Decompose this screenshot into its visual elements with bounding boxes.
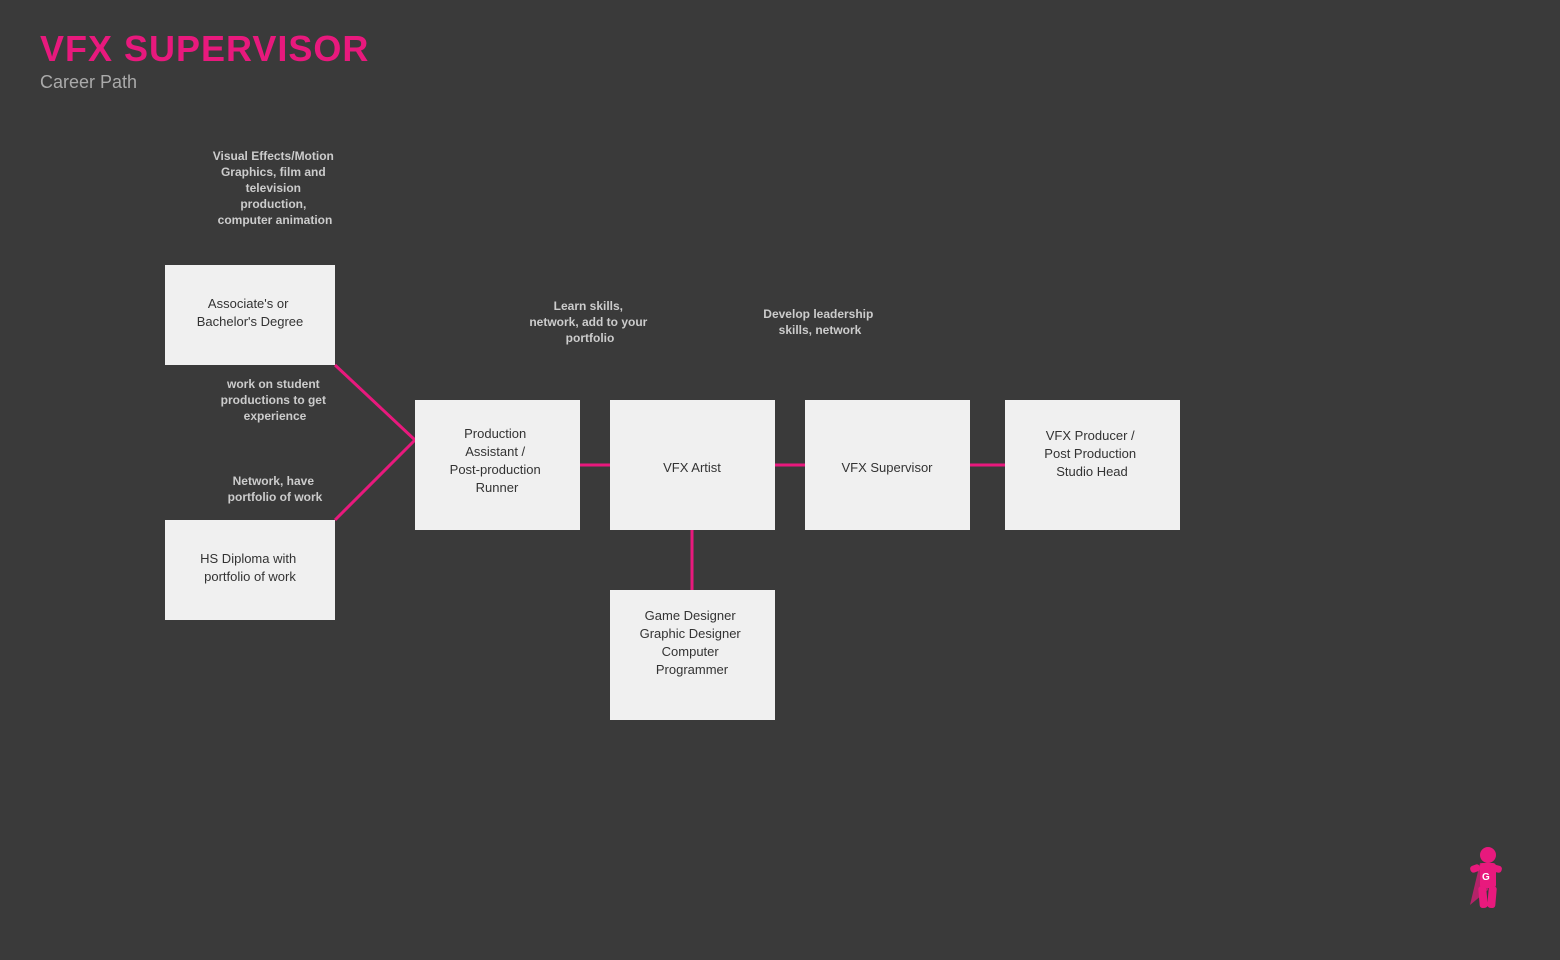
learn-skills-label: Learn skills, network, add to your portf… [529, 299, 650, 345]
page-title: VFX SUPERVISOR [40, 28, 369, 70]
career-diagram: Visual Effects/Motion Graphics, film and… [0, 130, 1560, 910]
page-subtitle: Career Path [40, 72, 369, 93]
logo: G [1450, 845, 1520, 930]
svg-text:G: G [1482, 872, 1490, 883]
leadership-label: Develop leadership skills, network [763, 307, 876, 337]
portfolio-label: Network, have portfolio of work [228, 474, 323, 504]
vfxartist-box-label: VFX Artist [663, 460, 721, 475]
study-label: Visual Effects/Motion Graphics, film and… [213, 149, 337, 227]
header: VFX SUPERVISOR Career Path [40, 28, 369, 93]
vfxproducer-box-label: VFX Producer / Post Production Studio He… [1044, 428, 1139, 479]
connector-diploma-production [335, 440, 415, 520]
vfxsupervisor-box-label: VFX Supervisor [841, 460, 933, 475]
connector-degree-production [335, 365, 415, 440]
experience-label: work on student productions to get exper… [221, 377, 330, 423]
